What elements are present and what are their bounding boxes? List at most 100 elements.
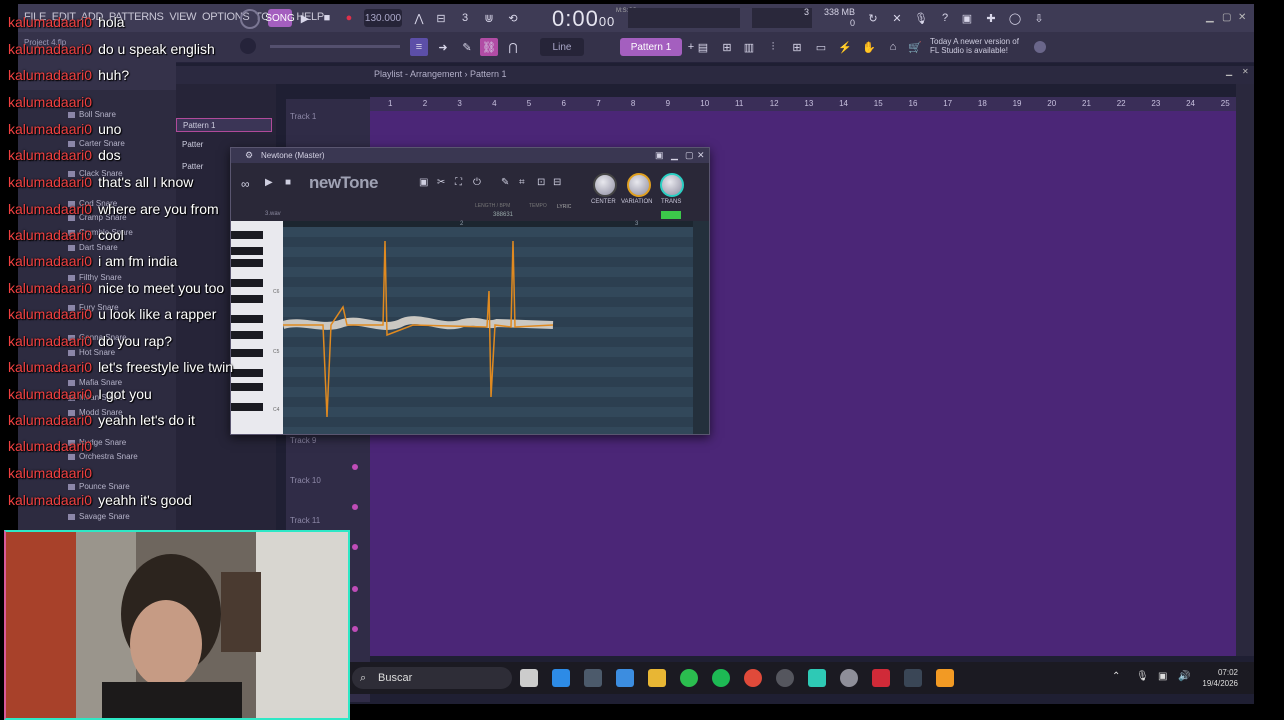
magnet-icon[interactable]: ⋂ — [504, 38, 522, 56]
window-minimize-icon[interactable]: ▁ — [671, 148, 678, 163]
metronome-icon[interactable]: ⋀ — [410, 9, 428, 27]
pattern-item[interactable]: Patter — [176, 140, 203, 149]
close-icon[interactable]: ✕ — [1238, 12, 1246, 23]
stop-icon[interactable]: ■ — [285, 177, 291, 188]
master-volume-knob[interactable] — [240, 9, 260, 29]
whatsapp-icon[interactable] — [680, 669, 698, 687]
trans-knob[interactable] — [660, 173, 684, 197]
track-label[interactable]: Track 1 — [290, 112, 316, 121]
tray-network-icon[interactable]: ▣ — [1158, 671, 1167, 682]
fl-studio-icon[interactable] — [936, 669, 954, 687]
pencil-icon[interactable]: ✎ — [501, 177, 509, 188]
wait-icon[interactable]: ⊟ — [432, 9, 450, 27]
tools-app-icon[interactable] — [616, 669, 634, 687]
variation-knob[interactable] — [627, 173, 651, 197]
piano-roll-icon[interactable]: ⊞ — [718, 38, 736, 56]
play-icon[interactable]: ▶ — [296, 9, 314, 27]
menu-view[interactable]: VIEW — [169, 11, 196, 23]
help-icon[interactable]: ? — [936, 9, 954, 27]
download-icon[interactable]: ⇩ — [1030, 9, 1048, 27]
playlist-icon[interactable]: ▤ — [694, 38, 712, 56]
browser-icon[interactable]: ⊞ — [788, 38, 806, 56]
newtone-titlebar[interactable]: Newtone (Master) ⚙ ▣ ▁ ▢ ✕ — [231, 148, 709, 163]
link-icon[interactable]: ⛓ — [480, 38, 498, 56]
power-icon[interactable]: ⏻ — [473, 177, 481, 188]
playlist-ruler[interactable]: 1 2 3 4 5 6 7 8 9 10 11 12 13 14 15 16 17 18 19 20 21 22 23 24 2… — [370, 97, 1250, 111]
plugin-picker-icon[interactable]: ⚡ — [836, 38, 854, 56]
chat-icon[interactable]: ◯ — [1006, 9, 1024, 27]
arrow-right-icon[interactable]: ➜ — [434, 38, 452, 56]
tools-icon[interactable]: ✕ — [888, 9, 906, 27]
track-mute-dot[interactable] — [352, 464, 358, 470]
pattern-item[interactable]: Patter — [176, 162, 203, 171]
play-icon[interactable]: ▶ — [265, 177, 273, 188]
pitch-grid[interactable] — [283, 227, 693, 434]
track-mute-dot[interactable] — [352, 544, 358, 550]
window-close-icon[interactable]: ✕ — [697, 148, 705, 163]
track-label[interactable]: Track 11 — [290, 516, 320, 525]
stop-icon[interactable]: ■ — [318, 9, 336, 27]
newtone-plugin-window[interactable]: Newtone (Master) ⚙ ▣ ▁ ▢ ✕ ∞ ▶ ■ newTone… — [230, 147, 710, 435]
master-pitch-slider[interactable] — [752, 8, 812, 28]
loop-icon[interactable]: ∞ — [241, 177, 250, 191]
update-globe-icon[interactable] — [1034, 41, 1046, 53]
window-detach-icon[interactable]: ▣ — [655, 148, 664, 163]
tempo-display[interactable]: 130.000 — [364, 9, 402, 27]
steam-app-icon[interactable] — [904, 669, 922, 687]
minimize-icon[interactable]: ▁ — [1206, 12, 1214, 23]
store-app-icon[interactable] — [552, 669, 570, 687]
playlist-titlebar[interactable]: Playlist - Arrangement › Pattern 1 ▁ ✕ — [176, 66, 1254, 84]
enable-toggle[interactable] — [661, 211, 681, 219]
hint-knob[interactable] — [240, 38, 256, 54]
select-icon[interactable]: ⛶ — [455, 177, 462, 188]
track-label[interactable]: Track 10 — [290, 476, 321, 485]
snap-selector[interactable]: Line — [540, 38, 584, 56]
browser-item[interactable]: Boll Snare — [68, 110, 116, 119]
countdown-icon[interactable]: 3 — [456, 9, 474, 27]
browser-item[interactable]: Pounce Snare — [68, 482, 130, 491]
plugin-icon[interactable]: ✚ — [982, 9, 1000, 27]
system-clock[interactable]: 07:02 19/4/2026 — [1202, 667, 1238, 689]
loop-record-icon[interactable]: ⟲ — [504, 9, 522, 27]
record-icon[interactable]: ● — [340, 9, 358, 27]
obs-icon[interactable] — [776, 669, 794, 687]
save-icon[interactable]: ▣ — [958, 9, 976, 27]
playlist-view-icon[interactable]: ≡ — [410, 38, 428, 56]
update-notice[interactable]: Today A newer version of FL Studio is ava… — [930, 37, 1019, 55]
piano-keys[interactable]: C6 C5 C4 — [231, 221, 283, 434]
browser-item[interactable]: Savage Snare — [68, 512, 130, 521]
touch-keyboard-icon[interactable]: ✋ — [860, 38, 878, 56]
playlist-close-icon[interactable]: ✕ — [1242, 67, 1249, 76]
tray-chevron-icon[interactable]: ⌃ — [1112, 671, 1120, 682]
track-mute-dot[interactable] — [352, 626, 358, 632]
settings-icon[interactable] — [840, 669, 858, 687]
maximize-icon[interactable]: ▢ — [1222, 12, 1231, 23]
pattern-selector[interactable]: Pattern 1 — [620, 38, 682, 56]
refresh-icon[interactable]: ↻ — [864, 9, 882, 27]
red-app-icon[interactable] — [872, 669, 890, 687]
pattern-item[interactable]: Pattern 1 — [176, 118, 272, 132]
project-icon[interactable]: ▭ — [812, 38, 830, 56]
snap-icon[interactable]: ⊡ — [537, 177, 545, 188]
swing-slider[interactable] — [270, 45, 400, 48]
tray-mic-icon[interactable]: 🎙 — [1136, 671, 1149, 682]
spotify-icon[interactable] — [712, 669, 730, 687]
channel-rack-icon[interactable]: ▥ — [740, 38, 758, 56]
microphone-icon[interactable]: 🎙 — [912, 9, 930, 27]
pattern-song-toggle[interactable]: SONG — [265, 9, 295, 27]
mixer-icon[interactable]: ⫶ — [764, 38, 782, 56]
folder-icon[interactable] — [648, 669, 666, 687]
gear-icon[interactable]: ⚙ — [245, 148, 253, 163]
chrome-icon[interactable] — [744, 669, 762, 687]
task-view-icon[interactable] — [520, 669, 538, 687]
browser-item[interactable]: Hot Snare — [68, 348, 115, 357]
browser-item[interactable]: Dart Snare — [68, 243, 118, 252]
window-maximize-icon[interactable]: ▢ — [685, 148, 694, 163]
newtone-scrollbar[interactable] — [693, 221, 709, 434]
search-box[interactable]: ⌕ Buscar — [352, 667, 512, 689]
steam-icon[interactable] — [584, 669, 602, 687]
app-icon[interactable] — [808, 669, 826, 687]
store-icon[interactable]: 🛒 — [906, 38, 924, 56]
pencil-icon[interactable]: ✎ — [458, 38, 476, 56]
save-icon[interactable]: ▣ — [419, 177, 428, 188]
